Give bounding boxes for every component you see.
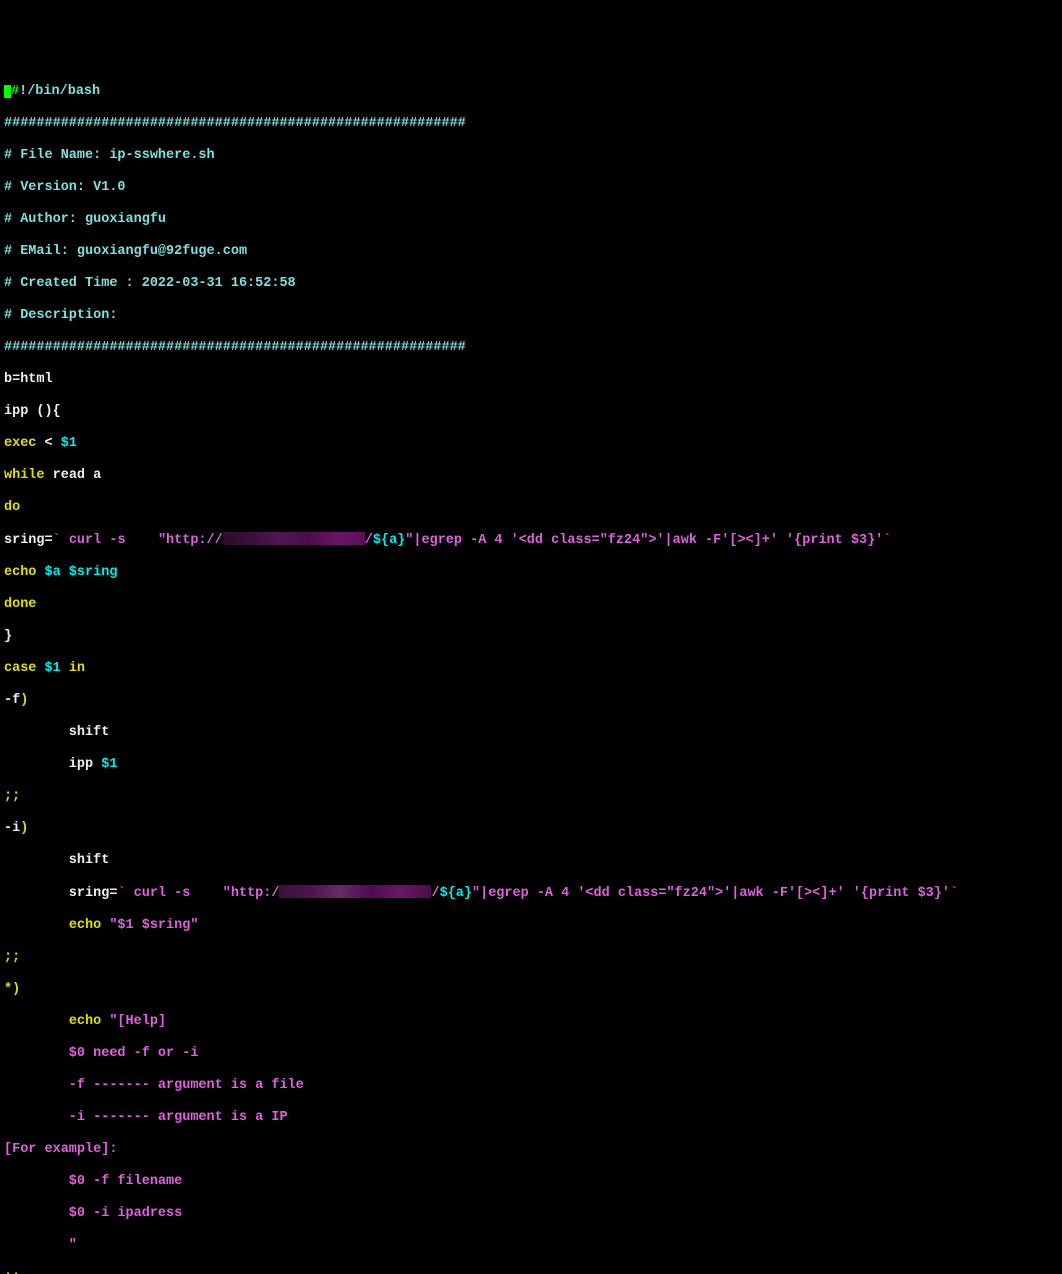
code-line: } [4, 629, 1058, 645]
code-line: # Description: [4, 308, 1058, 324]
code-line: $0 need -f or -i [4, 1046, 1058, 1062]
code-line: " [4, 1238, 1058, 1254]
code-line: case $1 in [4, 661, 1058, 677]
code-line: # Author: guoxiangfu [4, 212, 1058, 228]
code-line: shift [4, 853, 1058, 869]
code-line: $0 -i ipadress [4, 1206, 1058, 1222]
code-line: do [4, 500, 1058, 516]
cursor [4, 85, 11, 98]
code-line: $0 -f filename [4, 1174, 1058, 1190]
code-line: ;; [4, 950, 1058, 966]
code-line: ########################################… [4, 340, 1058, 356]
terminal-editor[interactable]: #!/bin/bash ############################… [4, 68, 1058, 1274]
redacted-url [279, 885, 431, 898]
code-line: ipp $1 [4, 757, 1058, 773]
code-line: ;; [4, 789, 1058, 805]
code-line: ;; [4, 1270, 1058, 1274]
code-line: -i) [4, 821, 1058, 837]
code-line: done [4, 597, 1058, 613]
code-line: -f ------- argument is a file [4, 1078, 1058, 1094]
code-line: # EMail: guoxiangfu@92fuge.com [4, 244, 1058, 260]
code-line: -f) [4, 693, 1058, 709]
code-line: echo "[Help] [4, 1014, 1058, 1030]
code-line: *) [4, 982, 1058, 998]
code-line: exec < $1 [4, 436, 1058, 452]
code-line: #!/bin/bash [4, 84, 1058, 100]
code-line: ipp (){ [4, 404, 1058, 420]
code-line: echo $a $sring [4, 565, 1058, 581]
code-line: # Version: V1.0 [4, 180, 1058, 196]
code-line: sring=` curl -s "http://${a}"|egrep -A 4… [4, 885, 1058, 902]
code-line: sring=` curl -s "http:///${a}"|egrep -A … [4, 532, 1058, 549]
code-line: [For example]: [4, 1142, 1058, 1158]
code-line: ########################################… [4, 116, 1058, 132]
code-line: shift [4, 725, 1058, 741]
code-line: echo "$1 $sring" [4, 918, 1058, 934]
code-line: # File Name: ip-sswhere.sh [4, 148, 1058, 164]
code-line: while read a [4, 468, 1058, 484]
redacted-url [223, 532, 365, 545]
code-line: -i ------- argument is a IP [4, 1110, 1058, 1126]
code-line: b=html [4, 372, 1058, 388]
code-line: # Created Time : 2022-03-31 16:52:58 [4, 276, 1058, 292]
